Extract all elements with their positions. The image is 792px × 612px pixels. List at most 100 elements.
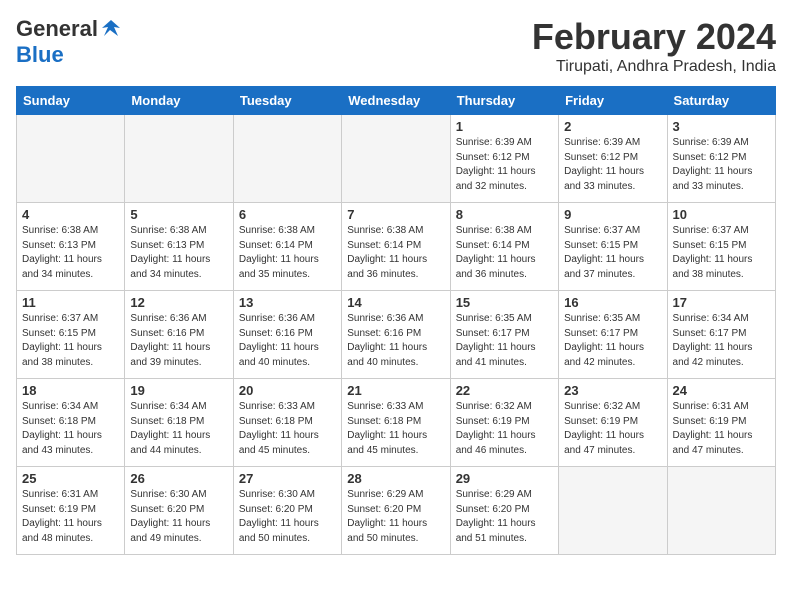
day-info: Sunrise: 6:39 AM Sunset: 6:12 PM Dayligh… (456, 136, 553, 194)
day-number: 11 (22, 295, 119, 310)
day-info: Sunrise: 6:30 AM Sunset: 6:20 PM Dayligh… (239, 488, 336, 546)
day-number: 1 (456, 119, 553, 134)
calendar-cell: 23 Sunrise: 6:32 AM Sunset: 6:19 PM Dayl… (559, 379, 667, 467)
calendar-cell: 7 Sunrise: 6:38 AM Sunset: 6:14 PM Dayli… (342, 203, 450, 291)
calendar-cell: 4 Sunrise: 6:38 AM Sunset: 6:13 PM Dayli… (17, 203, 125, 291)
calendar-cell: 9 Sunrise: 6:37 AM Sunset: 6:15 PM Dayli… (559, 203, 667, 291)
logo-general-text: General (16, 16, 98, 42)
calendar-cell: 25 Sunrise: 6:31 AM Sunset: 6:19 PM Dayl… (17, 467, 125, 555)
calendar-cell: 10 Sunrise: 6:37 AM Sunset: 6:15 PM Dayl… (667, 203, 775, 291)
day-number: 6 (239, 207, 336, 222)
day-info: Sunrise: 6:38 AM Sunset: 6:14 PM Dayligh… (239, 224, 336, 282)
week-row-0: 1 Sunrise: 6:39 AM Sunset: 6:12 PM Dayli… (17, 115, 776, 203)
calendar-cell (559, 467, 667, 555)
calendar-cell: 20 Sunrise: 6:33 AM Sunset: 6:18 PM Dayl… (233, 379, 341, 467)
calendar-cell: 17 Sunrise: 6:34 AM Sunset: 6:17 PM Dayl… (667, 291, 775, 379)
day-number: 27 (239, 471, 336, 486)
calendar-cell: 21 Sunrise: 6:33 AM Sunset: 6:18 PM Dayl… (342, 379, 450, 467)
calendar-cell: 19 Sunrise: 6:34 AM Sunset: 6:18 PM Dayl… (125, 379, 233, 467)
day-number: 23 (564, 383, 661, 398)
day-number: 5 (130, 207, 227, 222)
day-info: Sunrise: 6:34 AM Sunset: 6:18 PM Dayligh… (22, 400, 119, 458)
calendar-cell: 26 Sunrise: 6:30 AM Sunset: 6:20 PM Dayl… (125, 467, 233, 555)
calendar-cell: 1 Sunrise: 6:39 AM Sunset: 6:12 PM Dayli… (450, 115, 558, 203)
weekday-header-row: SundayMondayTuesdayWednesdayThursdayFrid… (17, 87, 776, 115)
week-row-3: 18 Sunrise: 6:34 AM Sunset: 6:18 PM Dayl… (17, 379, 776, 467)
day-info: Sunrise: 6:38 AM Sunset: 6:13 PM Dayligh… (22, 224, 119, 282)
weekday-header-monday: Monday (125, 87, 233, 115)
calendar-cell: 2 Sunrise: 6:39 AM Sunset: 6:12 PM Dayli… (559, 115, 667, 203)
day-number: 15 (456, 295, 553, 310)
calendar-cell (342, 115, 450, 203)
day-info: Sunrise: 6:37 AM Sunset: 6:15 PM Dayligh… (22, 312, 119, 370)
calendar-cell: 27 Sunrise: 6:30 AM Sunset: 6:20 PM Dayl… (233, 467, 341, 555)
calendar-cell (17, 115, 125, 203)
calendar-cell: 8 Sunrise: 6:38 AM Sunset: 6:14 PM Dayli… (450, 203, 558, 291)
weekday-header-sunday: Sunday (17, 87, 125, 115)
calendar-cell: 16 Sunrise: 6:35 AM Sunset: 6:17 PM Dayl… (559, 291, 667, 379)
day-number: 3 (673, 119, 770, 134)
weekday-header-wednesday: Wednesday (342, 87, 450, 115)
day-info: Sunrise: 6:38 AM Sunset: 6:14 PM Dayligh… (456, 224, 553, 282)
weekday-header-thursday: Thursday (450, 87, 558, 115)
day-number: 13 (239, 295, 336, 310)
week-row-4: 25 Sunrise: 6:31 AM Sunset: 6:19 PM Dayl… (17, 467, 776, 555)
day-info: Sunrise: 6:29 AM Sunset: 6:20 PM Dayligh… (456, 488, 553, 546)
weekday-header-tuesday: Tuesday (233, 87, 341, 115)
calendar-cell: 28 Sunrise: 6:29 AM Sunset: 6:20 PM Dayl… (342, 467, 450, 555)
calendar-cell: 18 Sunrise: 6:34 AM Sunset: 6:18 PM Dayl… (17, 379, 125, 467)
calendar-cell: 15 Sunrise: 6:35 AM Sunset: 6:17 PM Dayl… (450, 291, 558, 379)
day-info: Sunrise: 6:34 AM Sunset: 6:17 PM Dayligh… (673, 312, 770, 370)
day-number: 24 (673, 383, 770, 398)
title-area: February 2024 Tirupati, Andhra Pradesh, … (532, 16, 776, 76)
calendar-table: SundayMondayTuesdayWednesdayThursdayFrid… (16, 86, 776, 555)
header: General Blue February 2024 Tirupati, And… (16, 16, 776, 76)
day-info: Sunrise: 6:32 AM Sunset: 6:19 PM Dayligh… (456, 400, 553, 458)
calendar-cell (233, 115, 341, 203)
day-number: 22 (456, 383, 553, 398)
month-title: February 2024 (532, 16, 776, 58)
calendar-cell (125, 115, 233, 203)
weekday-header-saturday: Saturday (667, 87, 775, 115)
day-info: Sunrise: 6:39 AM Sunset: 6:12 PM Dayligh… (564, 136, 661, 194)
day-number: 17 (673, 295, 770, 310)
day-number: 19 (130, 383, 227, 398)
day-info: Sunrise: 6:36 AM Sunset: 6:16 PM Dayligh… (239, 312, 336, 370)
calendar-cell: 3 Sunrise: 6:39 AM Sunset: 6:12 PM Dayli… (667, 115, 775, 203)
weekday-header-friday: Friday (559, 87, 667, 115)
day-info: Sunrise: 6:33 AM Sunset: 6:18 PM Dayligh… (347, 400, 444, 458)
day-number: 29 (456, 471, 553, 486)
day-number: 26 (130, 471, 227, 486)
day-info: Sunrise: 6:33 AM Sunset: 6:18 PM Dayligh… (239, 400, 336, 458)
logo-bird-icon (100, 18, 122, 40)
day-number: 2 (564, 119, 661, 134)
calendar-cell (667, 467, 775, 555)
day-info: Sunrise: 6:36 AM Sunset: 6:16 PM Dayligh… (130, 312, 227, 370)
day-number: 4 (22, 207, 119, 222)
day-number: 7 (347, 207, 444, 222)
day-info: Sunrise: 6:29 AM Sunset: 6:20 PM Dayligh… (347, 488, 444, 546)
day-number: 10 (673, 207, 770, 222)
calendar-cell: 24 Sunrise: 6:31 AM Sunset: 6:19 PM Dayl… (667, 379, 775, 467)
day-number: 21 (347, 383, 444, 398)
day-number: 16 (564, 295, 661, 310)
day-number: 28 (347, 471, 444, 486)
day-number: 14 (347, 295, 444, 310)
day-info: Sunrise: 6:38 AM Sunset: 6:13 PM Dayligh… (130, 224, 227, 282)
day-info: Sunrise: 6:37 AM Sunset: 6:15 PM Dayligh… (673, 224, 770, 282)
day-number: 12 (130, 295, 227, 310)
day-number: 25 (22, 471, 119, 486)
calendar-cell: 12 Sunrise: 6:36 AM Sunset: 6:16 PM Dayl… (125, 291, 233, 379)
day-number: 8 (456, 207, 553, 222)
day-info: Sunrise: 6:39 AM Sunset: 6:12 PM Dayligh… (673, 136, 770, 194)
calendar-cell: 13 Sunrise: 6:36 AM Sunset: 6:16 PM Dayl… (233, 291, 341, 379)
day-info: Sunrise: 6:31 AM Sunset: 6:19 PM Dayligh… (22, 488, 119, 546)
calendar-cell: 22 Sunrise: 6:32 AM Sunset: 6:19 PM Dayl… (450, 379, 558, 467)
day-info: Sunrise: 6:32 AM Sunset: 6:19 PM Dayligh… (564, 400, 661, 458)
day-number: 18 (22, 383, 119, 398)
calendar-cell: 5 Sunrise: 6:38 AM Sunset: 6:13 PM Dayli… (125, 203, 233, 291)
day-info: Sunrise: 6:36 AM Sunset: 6:16 PM Dayligh… (347, 312, 444, 370)
location-title: Tirupati, Andhra Pradesh, India (532, 58, 776, 76)
week-row-1: 4 Sunrise: 6:38 AM Sunset: 6:13 PM Dayli… (17, 203, 776, 291)
day-info: Sunrise: 6:31 AM Sunset: 6:19 PM Dayligh… (673, 400, 770, 458)
